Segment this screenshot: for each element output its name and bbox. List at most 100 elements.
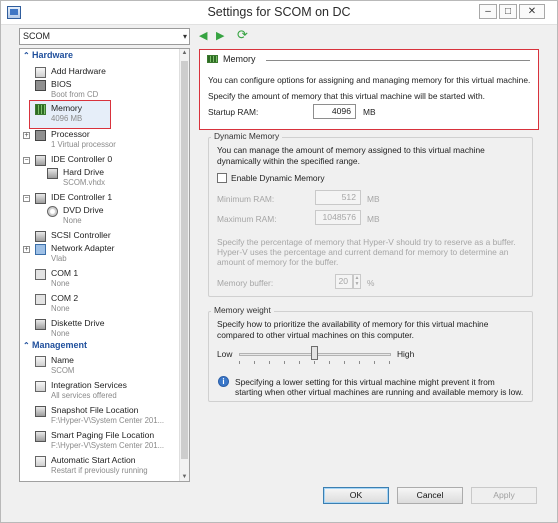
slider-tick (239, 361, 240, 364)
tree-item-name[interactable]: Name SCOM (19, 354, 177, 378)
tree-item-label: Snapshot File Location (51, 405, 139, 415)
maximum-ram-unit: MB (367, 214, 380, 224)
close-button[interactable]: ✕ (519, 4, 545, 19)
tree-item-label: Name (51, 355, 74, 365)
memory-icon (35, 104, 46, 115)
bios-icon (35, 80, 46, 91)
tree-item-label: IDE Controller 0 (51, 154, 113, 164)
tree-item-detail: SCOM.vhdx (63, 178, 106, 187)
memory-section-title: Memory (223, 54, 256, 64)
memory-weight-title: Memory weight (211, 305, 274, 315)
weight-high-label: High (397, 349, 415, 359)
slider-tick (374, 361, 375, 364)
tree-item-diskette-drive[interactable]: Diskette Drive None (19, 317, 177, 341)
scroll-thumb[interactable] (181, 61, 188, 459)
apply-button[interactable]: Apply (471, 487, 537, 504)
tree-item-label: COM 1 (51, 268, 79, 278)
minimum-ram-unit: MB (367, 194, 380, 204)
slider-tick (284, 361, 285, 364)
enable-dynamic-memory-checkbox[interactable] (217, 173, 227, 183)
tree-item-detail: 4096 MB (51, 114, 83, 123)
diskette-drive-icon (35, 319, 46, 330)
tree-item-integration-services[interactable]: Integration Services All services offered (19, 379, 177, 403)
expand-icon[interactable]: + (23, 246, 30, 253)
collapse-icon: ⌃ (23, 341, 30, 350)
tree-scrollbar[interactable]: ▲ ▼ (179, 49, 189, 481)
folder-icon (35, 406, 46, 417)
management-header[interactable]: ⌃ Management (23, 340, 87, 350)
chevron-down-icon: ▾ (182, 32, 187, 41)
back-arrow-icon[interactable]: ◀ (199, 29, 207, 42)
tree-item-automatic-start-action[interactable]: Automatic Start Action Restart if previou… (19, 454, 177, 478)
buffer-description-2: Hyper-V uses the percentage and current … (217, 247, 509, 257)
weight-note-1: Specifying a lower setting for this virt… (235, 377, 495, 387)
name-icon (35, 356, 46, 367)
refresh-icon[interactable]: ⟳ (237, 27, 248, 43)
start-action-icon (35, 456, 46, 467)
collapse-icon[interactable]: − (23, 195, 30, 202)
tree-item-smart-paging-file-location[interactable]: Smart Paging File Location F:\Hyper-V\Sys… (19, 429, 177, 453)
processor-icon (35, 130, 46, 141)
tree-item-snapshot-file-location[interactable]: Snapshot File Location F:\Hyper-V\System … (19, 404, 177, 428)
slider-ticks (239, 361, 391, 365)
minimize-button[interactable]: – (479, 4, 497, 19)
tree-item-detail: Restart if previously running (51, 466, 148, 475)
tree-item-label: BIOS (51, 79, 72, 89)
collapse-icon[interactable]: − (23, 157, 30, 164)
enable-dynamic-memory-label: Enable Dynamic Memory (231, 173, 325, 183)
memory-weight-slider-thumb[interactable] (311, 346, 318, 360)
tree-item-detail: Vlab (51, 254, 67, 263)
info-icon: i (218, 376, 229, 387)
tree-item-network-adapter[interactable]: + Network Adapter Vlab (19, 242, 177, 266)
dvd-drive-icon (47, 206, 58, 217)
tree-item-detail: None (63, 216, 82, 225)
tree-item-label: Network Adapter (51, 243, 115, 253)
tree-item-memory[interactable]: Memory 4096 MB (19, 102, 177, 126)
dynamic-memory-title: Dynamic Memory (211, 131, 283, 141)
tree-item-label: Smart Paging File Location (51, 430, 155, 440)
tree-item-hard-drive[interactable]: Hard Drive SCOM.vhdx (19, 166, 177, 190)
tree-item-processor[interactable]: + Processor 1 Virtual processor (19, 128, 177, 152)
dynamic-memory-description-1: You can manage the amount of memory assi… (217, 145, 485, 155)
weight-description-1: Specify how to prioritize the availabili… (217, 319, 489, 329)
scroll-up-icon: ▲ (181, 50, 188, 56)
tree-item-com-2[interactable]: COM 2 None (19, 292, 177, 316)
startup-ram-unit: MB (363, 107, 376, 117)
tree-item-bios[interactable]: BIOS Boot from CD (19, 78, 177, 102)
settings-window: Settings for SCOM on DC – □ ✕ SCOM ▾ ◀ ▶… (0, 0, 558, 523)
tree-item-com-1[interactable]: COM 1 None (19, 267, 177, 291)
tree-item-detail: F:\Hyper-V\System Center 201... (51, 416, 165, 425)
tree-item-detail: SCOM (51, 366, 75, 375)
tree-item-dvd-drive[interactable]: DVD Drive None (19, 204, 177, 228)
slider-tick (389, 361, 390, 364)
tree-item-detail: 1 Virtual processor (51, 140, 116, 149)
window-title: Settings for SCOM on DC (207, 5, 351, 19)
expand-icon[interactable]: + (23, 132, 30, 139)
weight-low-label: Low (217, 349, 233, 359)
add-hardware-icon (35, 67, 46, 78)
weight-note-2: starting when other virtual machines are… (235, 387, 524, 397)
title-bar: Settings for SCOM on DC – □ ✕ (1, 1, 557, 25)
hardware-header[interactable]: ⌃ Hardware (23, 50, 73, 60)
maximum-ram-label: Maximum RAM: (217, 214, 277, 224)
slider-tick (254, 361, 255, 364)
tree-item-detail: F:\Hyper-V\System Center 201... (51, 441, 165, 450)
ok-button[interactable]: OK (323, 487, 389, 504)
hardware-header-label: Hardware (32, 50, 74, 60)
minimum-ram-input[interactable]: 512 (315, 190, 361, 205)
cancel-button[interactable]: Cancel (397, 487, 463, 504)
maximize-button[interactable]: □ (499, 4, 517, 19)
memory-startup-description: Specify the amount of memory that this v… (208, 91, 485, 101)
buffer-description-3: amount of memory for the buffer. (217, 257, 339, 267)
tree-item-detail: Boot from CD (51, 90, 99, 99)
network-adapter-icon (35, 244, 46, 255)
vm-select-value: SCOM (23, 31, 50, 41)
startup-ram-input[interactable]: 4096 (313, 104, 356, 119)
forward-arrow-icon[interactable]: ▶ (216, 29, 224, 42)
maximum-ram-input[interactable]: 1048576 (315, 210, 361, 225)
buffer-spinner[interactable]: ▲ ▼ (353, 274, 361, 289)
tree-item-detail: None (51, 279, 70, 288)
memory-buffer-input[interactable]: 20 (335, 274, 353, 289)
tree-item-label: Memory (51, 103, 83, 113)
vm-select[interactable]: SCOM ▾ (19, 28, 190, 45)
